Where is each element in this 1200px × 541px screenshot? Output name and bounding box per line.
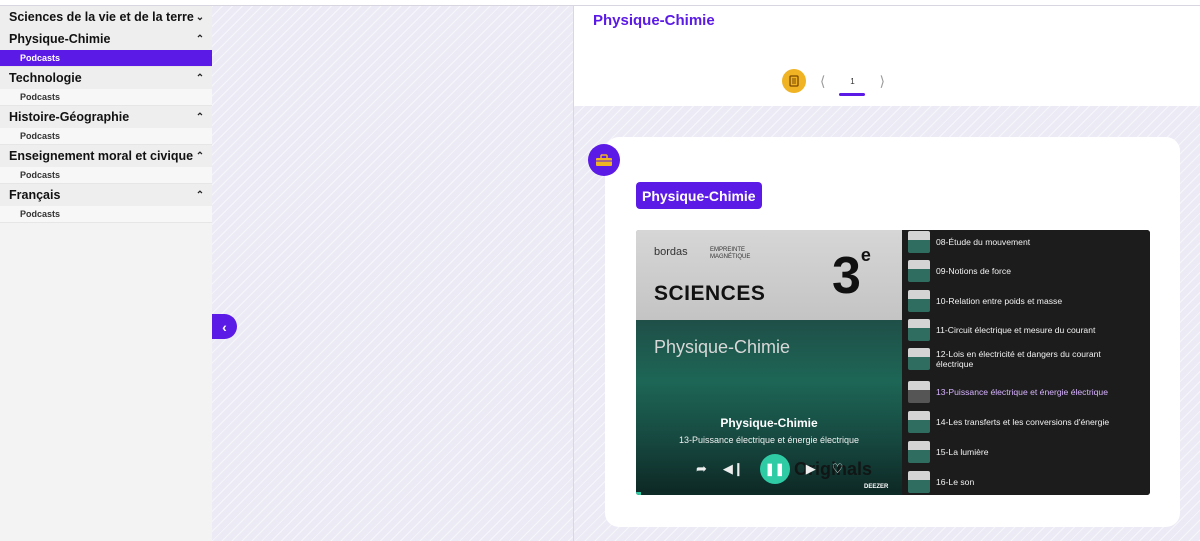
- sidebar-item-podcasts-histoire-geographie[interactable]: Podcasts: [0, 128, 212, 145]
- sidebar-section-technologie[interactable]: Technologie ⌃: [0, 67, 212, 89]
- sidebar-item-podcasts-francais[interactable]: Podcasts: [0, 206, 212, 223]
- track-thumbnail: [908, 471, 930, 493]
- sidebar-section-label: Technologie: [9, 71, 82, 85]
- sidebar-section-physique-chimie[interactable]: Physique-Chimie ⌃: [0, 28, 212, 50]
- sidebar-item-podcasts-technologie[interactable]: Podcasts: [0, 89, 212, 106]
- sidebar-section-label: Enseignement moral et civique: [9, 149, 194, 163]
- sidebar-item-podcasts-physique-chimie[interactable]: Podcasts: [0, 50, 212, 67]
- sidebar-section-francais[interactable]: Français ⌃: [0, 184, 212, 206]
- track-thumbnail: [908, 290, 930, 312]
- sidebar-section-label: Français: [9, 188, 61, 202]
- track-item[interactable]: 09-Notions de force: [908, 260, 1136, 282]
- track-thumbnail: [908, 231, 930, 253]
- now-playing-title: Physique-Chimie: [720, 416, 818, 430]
- sidebar-section-emc[interactable]: Enseignement moral et civique ⌃: [0, 145, 212, 167]
- sidebar-section-label: Sciences de la vie et de la terre: [9, 10, 194, 24]
- heart-icon[interactable]: ♡: [832, 461, 844, 477]
- page-number[interactable]: 1: [839, 77, 866, 96]
- grade-suffix: e: [860, 245, 871, 265]
- track-list: 08-Étude du mouvement 09-Notions de forc…: [902, 230, 1150, 495]
- track-item[interactable]: 16-Le son: [908, 471, 1136, 493]
- page-title: Physique-Chimie: [593, 12, 715, 29]
- track-label: 13-Puissance électrique et énergie élect…: [936, 387, 1108, 397]
- track-thumbnail: [908, 411, 930, 433]
- content-header: Physique-Chimie ⟨ 1 ⟩: [574, 6, 1200, 106]
- sidebar-item-podcasts-emc[interactable]: Podcasts: [0, 167, 212, 184]
- document-icon[interactable]: [782, 69, 806, 93]
- track-item-current[interactable]: 13-Puissance électrique et énergie élect…: [908, 381, 1136, 403]
- next-page-icon[interactable]: ⟩: [879, 73, 884, 90]
- track-label: 08-Étude du mouvement: [936, 237, 1031, 247]
- track-thumbnail: [908, 319, 930, 341]
- toolbox-icon: [588, 144, 620, 176]
- chevron-up-icon: ⌃: [195, 189, 205, 201]
- album-cover: bordas EMPREINTE MAGNÉTIQUE 3e SCIENCES …: [636, 230, 902, 495]
- pause-button[interactable]: ❚❚: [759, 454, 790, 484]
- track-item[interactable]: 08-Étude du mouvement: [908, 231, 1136, 253]
- sidebar-section-histoire-geographie[interactable]: Histoire-Géographie ⌃: [0, 106, 212, 128]
- track-item[interactable]: 14-Les transferts et les conversions d'é…: [908, 411, 1136, 433]
- track-label: 14-Les transferts et les conversions d'é…: [936, 417, 1110, 427]
- track-item[interactable]: 10-Relation entre poids et masse: [908, 290, 1136, 312]
- track-label: 12-Lois en électricité et dangers du cou…: [936, 349, 1101, 369]
- pause-icon: ❚❚: [764, 462, 785, 476]
- chevron-up-icon: ⌃: [195, 72, 205, 84]
- sidebar-section-svt[interactable]: Sciences de la vie et de la terre ⌄: [0, 6, 212, 28]
- chevron-up-icon: ⌃: [195, 111, 205, 123]
- track-thumbnail: [908, 381, 930, 403]
- collection-label: EMPREINTE MAGNÉTIQUE: [710, 247, 751, 260]
- track-thumbnail: [908, 441, 930, 463]
- previous-track-icon[interactable]: ◀❙: [723, 461, 744, 477]
- track-thumbnail: [908, 348, 930, 370]
- sidebar-section-label: Physique-Chimie: [9, 32, 111, 46]
- player-controls: ➦ ◀❙ ❚❚ ▶ ♡: [696, 454, 843, 484]
- track-item[interactable]: 11-Circuit électrique et mesure du coura…: [908, 319, 1136, 341]
- sidebar-section-label: Histoire-Géographie: [9, 110, 130, 124]
- pager: ⟨ 1 ⟩: [782, 66, 899, 96]
- cover-subject: Physique-Chimie: [654, 337, 791, 357]
- grade-label: 3e: [832, 246, 871, 305]
- top-bar: [0, 0, 1200, 6]
- collapse-sidebar-button[interactable]: ‹: [212, 314, 237, 339]
- track-label: 16-Le son: [936, 477, 975, 487]
- track-label: 11-Circuit électrique et mesure du coura…: [936, 325, 1096, 335]
- track-label: 15-La lumière: [936, 447, 989, 457]
- chevron-up-icon: ⌃: [195, 33, 205, 45]
- chevron-left-icon: ‹: [222, 318, 227, 335]
- previous-page-icon[interactable]: ⟨: [820, 73, 825, 90]
- background-pattern: [212, 6, 573, 541]
- chevron-up-icon: ⌃: [195, 150, 205, 162]
- chevron-down-icon: ⌄: [195, 11, 205, 23]
- progress-bar[interactable]: [636, 492, 902, 495]
- track-thumbnail: [908, 260, 930, 282]
- podcast-player: bordas EMPREINTE MAGNÉTIQUE 3e SCIENCES …: [636, 230, 1150, 495]
- deezer-logo: DEEZER: [864, 484, 889, 490]
- next-track-icon[interactable]: ▶: [806, 461, 816, 477]
- subject-tag: Physique-Chimie: [636, 182, 762, 209]
- track-label: 10-Relation entre poids et masse: [936, 296, 1063, 306]
- grade-number: 3: [832, 247, 861, 305]
- now-playing-episode: 13-Puissance électrique et énergie élect…: [678, 435, 860, 445]
- cover-heading: SCIENCES: [654, 282, 766, 305]
- track-item[interactable]: 15-La lumière: [908, 441, 1136, 463]
- publisher-logo: bordas: [654, 246, 688, 258]
- share-icon[interactable]: ➦: [696, 461, 707, 477]
- progress-fill: [636, 492, 642, 495]
- track-item[interactable]: 12-Lois en électricité et dangers du cou…: [908, 348, 1136, 370]
- sidebar: Sciences de la vie et de la terre ⌄ Phys…: [0, 6, 212, 541]
- track-label: 09-Notions de force: [936, 266, 1011, 276]
